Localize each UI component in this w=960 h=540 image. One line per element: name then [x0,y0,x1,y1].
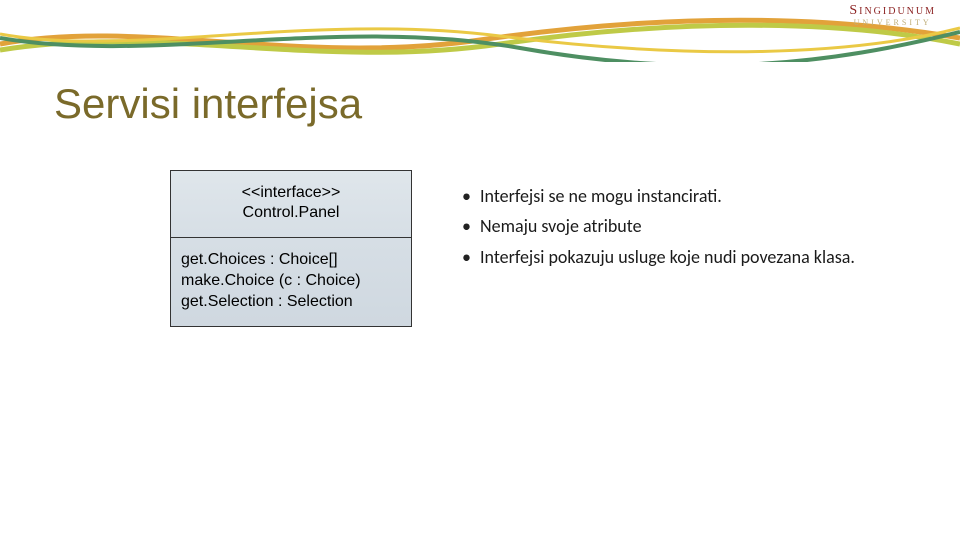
content-area: <<interface>> Control.Panel get.Choices … [0,170,960,327]
brand-name: Singidunum [849,4,936,19]
list-item: Interfejsi se ne mogu instancirati. [466,184,886,208]
brand-logo: Singidunum University [849,4,936,27]
list-item: Nemaju svoje atribute [466,214,886,238]
uml-classname: Control.Panel [179,203,403,223]
uml-stereotype: <<interface>> [179,183,403,203]
bullet-list: Interfejsi se ne mogu instancirati. Nema… [446,184,886,275]
brand-subtitle: University [849,19,936,27]
uml-interface-box: <<interface>> Control.Panel get.Choices … [170,170,412,327]
list-item: Interfejsi pokazuju usluge koje nudi pov… [466,245,886,269]
uml-operations: get.Choices : Choice[] make.Choice (c : … [171,238,411,326]
uml-header: <<interface>> Control.Panel [171,171,411,238]
page-title: Servisi interfejsa [54,80,362,128]
header-waves [0,14,960,62]
